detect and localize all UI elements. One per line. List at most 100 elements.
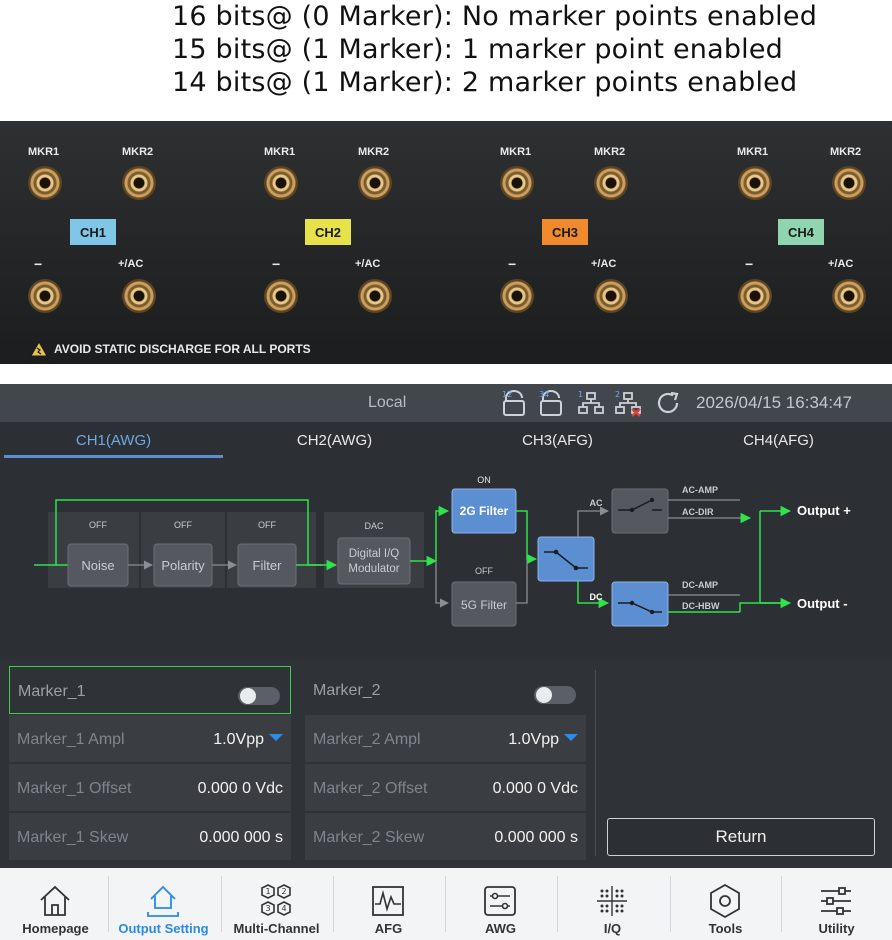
marker2-skew-label: Marker_2 Skew (313, 829, 425, 846)
svg-text:1: 1 (578, 390, 583, 399)
marker2-offset[interactable]: Marker_2 Offset 0.000 0 Vdc (305, 764, 586, 811)
svg-text:Modulator: Modulator (348, 563, 399, 575)
status-bar: Local 12 34 1 2 2026/04/15 16:34:47 (0, 384, 892, 422)
instrument-screen: Local 12 34 1 2 2026/04/15 16:34:47 CH1(… (0, 384, 892, 940)
tab-ch3[interactable]: CH3(AFG) (446, 432, 669, 449)
nav-homepage[interactable]: Homepage (0, 868, 111, 940)
nav-iq[interactable]: I/Q (557, 868, 668, 940)
svg-text:34: 34 (539, 390, 549, 399)
connector-icon (264, 166, 298, 200)
svg-text:Digital I/Q: Digital I/Q (349, 548, 400, 560)
tab-ch2[interactable]: CH2(AWG) (223, 432, 446, 449)
front-panel-photo: MKR1 MKR2 CH1 − +/AC MKR1 MKR2 CH2 − +/A… (0, 121, 892, 364)
mkr1-label: MKR1 (264, 146, 296, 158)
datetime: 2026/04/15 16:34:47 (696, 393, 852, 412)
marker2-ampl-value[interactable]: 1.0Vpp (508, 731, 578, 749)
connector-icon (358, 279, 392, 313)
connector-icon (28, 279, 62, 313)
connector-icon (122, 279, 156, 313)
svg-text:Noise: Noise (81, 558, 114, 573)
mkr1-label: MKR1 (500, 146, 532, 158)
ac-switch[interactable] (611, 488, 669, 534)
connector-icon (738, 279, 772, 313)
connector-icon (738, 166, 772, 200)
svg-text:1: 1 (265, 887, 270, 896)
marker2-skew-value[interactable]: 0.000 000 s (494, 829, 578, 847)
marker-notes: 16 bits@ (0 Marker): No marker points en… (172, 0, 892, 99)
static-warning: AVOID STATIC DISCHARGE FOR ALL PORTS (30, 341, 311, 357)
marker2-offset-label: Marker_2 Offset (313, 780, 428, 797)
marker1-toggle[interactable] (238, 687, 280, 705)
connector-icon (500, 279, 534, 313)
pos-label: +/AC (355, 258, 381, 270)
dc-switch[interactable] (611, 581, 669, 627)
marker2-toggle[interactable] (534, 686, 576, 704)
nav-multi-channel[interactable]: 1 2 3 4 Multi-Channel (221, 868, 332, 940)
marker2-skew[interactable]: Marker_2 Skew 0.000 000 s (305, 813, 586, 860)
filter-2g-block[interactable]: ON 2G Filter (451, 475, 517, 534)
nav-tools[interactable]: Tools (670, 868, 781, 940)
output-plus-label: Output + (797, 503, 851, 518)
connector-icon (358, 166, 392, 200)
nav-label: AWG (484, 921, 517, 936)
nav-awg[interactable]: AWG (445, 868, 556, 940)
nav-label: I/Q (603, 921, 622, 936)
ch3-badge: CH3 (542, 219, 588, 245)
nav-afg[interactable]: AFG (333, 868, 444, 940)
svg-text:OFF: OFF (258, 520, 276, 530)
mkr2-label: MKR2 (122, 146, 154, 158)
nav-output-setting[interactable]: Output Setting (108, 868, 219, 940)
channel-tabs: CH1(AWG) CH2(AWG) CH3(AFG) CH4(AFG) (0, 422, 892, 460)
page-root: 16 bits@ (0 Marker): No marker points en… (0, 0, 892, 940)
svg-text:AC-AMP: AC-AMP (682, 485, 718, 495)
tab-ch4[interactable]: CH4(AFG) (669, 432, 888, 449)
marker1-ampl-value[interactable]: 1.0Vpp (213, 731, 283, 749)
svg-text:AC: AC (590, 498, 603, 508)
marker1-ampl[interactable]: Marker_1 Ampl 1.0Vpp (9, 715, 291, 762)
output-setting-icon (147, 885, 179, 917)
svg-text:2: 2 (281, 887, 286, 896)
filter-5g-block[interactable]: OFF 5G Filter (451, 566, 517, 627)
svg-text:Filter: Filter (253, 558, 283, 573)
marker1-offset-value[interactable]: 0.000 0 Vdc (198, 780, 283, 798)
lock-ch12-icon: 12 (502, 390, 525, 416)
svg-text:DC-HBW: DC-HBW (682, 601, 720, 611)
mkr2-label: MKR2 (594, 146, 626, 158)
remote-mode-label: Local (368, 394, 407, 411)
column-divider (595, 670, 596, 856)
mkr2-label: MKR2 (358, 146, 390, 158)
svg-text:Polarity: Polarity (161, 558, 205, 573)
svg-text:2: 2 (615, 390, 620, 399)
nav-label: Utility (818, 921, 855, 936)
note-line: 15 bits@ (1 Marker): 1 marker point enab… (172, 34, 784, 65)
iq-constellation-icon (597, 886, 627, 916)
tab-ch1[interactable]: CH1(AWG) (4, 432, 223, 449)
neg-label: − (745, 256, 754, 272)
return-button[interactable]: Return (607, 818, 875, 856)
esd-warning-icon (30, 341, 48, 357)
svg-text:DC: DC (590, 592, 603, 602)
marker1-skew[interactable]: Marker_1 Skew 0.000 000 s (9, 813, 291, 860)
refresh-icon[interactable] (655, 389, 683, 417)
marker2-ampl[interactable]: Marker_2 Ampl 1.0Vpp (305, 715, 586, 762)
svg-text:DAC: DAC (364, 521, 384, 531)
pos-label: +/AC (828, 258, 854, 270)
marker1-offset[interactable]: Marker_1 Offset 0.000 0 Vdc (9, 764, 291, 811)
acdc-selector[interactable] (537, 536, 595, 582)
marker2-offset-value[interactable]: 0.000 0 Vdc (493, 780, 578, 798)
mkr2-label: MKR2 (830, 146, 862, 158)
marker1-enable[interactable]: Marker_1 (9, 666, 291, 714)
svg-text:3: 3 (265, 904, 270, 913)
connector-icon (594, 279, 628, 313)
marker2-enable[interactable]: Marker_2 (305, 666, 586, 714)
output-minus-label: Output - (797, 596, 848, 611)
marker1-skew-value[interactable]: 0.000 000 s (199, 829, 283, 847)
svg-text:OFF: OFF (475, 566, 493, 576)
mkr1-label: MKR1 (28, 146, 60, 158)
connector-icon (28, 166, 62, 200)
ch4-badge: CH4 (778, 219, 824, 245)
svg-text:ON: ON (477, 475, 491, 485)
network-1-icon: 1 (578, 390, 604, 414)
neg-label: − (508, 256, 517, 272)
nav-utility[interactable]: Utility (781, 868, 892, 940)
